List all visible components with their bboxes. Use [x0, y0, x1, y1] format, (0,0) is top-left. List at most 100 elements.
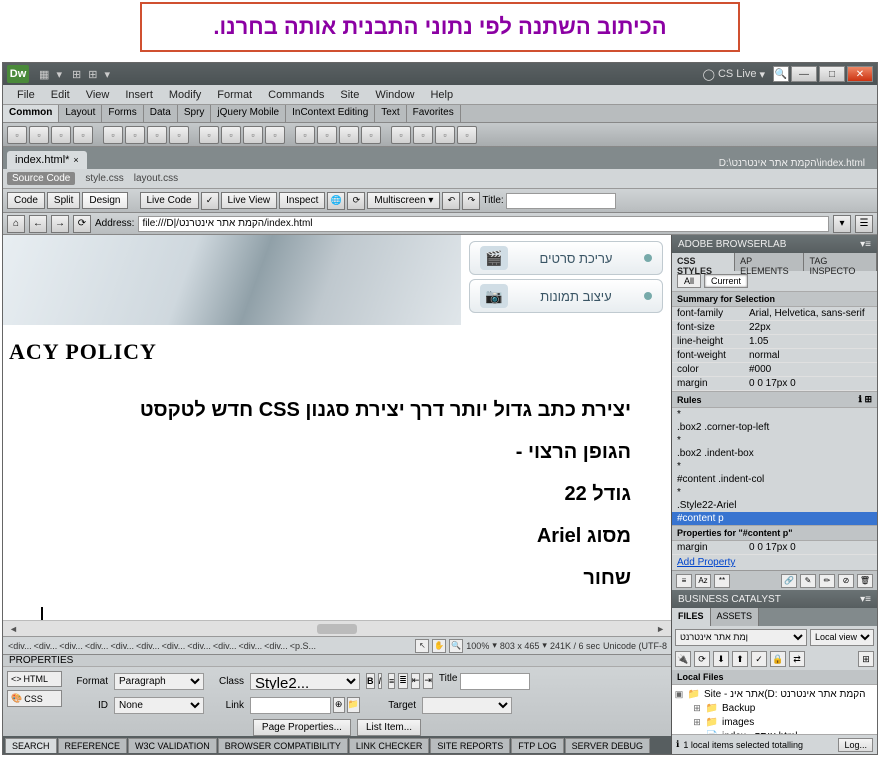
menu-commands[interactable]: Commands [260, 87, 332, 103]
css-panel-tab[interactable]: CSS STYLES [672, 253, 735, 271]
source-code-button[interactable]: Source Code [7, 172, 75, 185]
insert-tab-text[interactable]: Text [375, 105, 406, 122]
css-panel-tab[interactable]: TAG INSPECTO [804, 253, 877, 271]
disable-icon[interactable]: ⊘ [838, 574, 854, 588]
insert-tool-icon[interactable]: ▫ [7, 126, 27, 144]
css-rule-row[interactable]: * [672, 434, 877, 447]
panel-menu-icon[interactable]: ▾≡ [860, 594, 871, 605]
css-prop-value[interactable]: 0 0 17px 0 [744, 541, 877, 555]
tag-crumb[interactable]: <div... [58, 641, 84, 651]
tag-crumb[interactable]: <div... [237, 641, 263, 651]
css-prop-value[interactable]: #000 [744, 363, 877, 377]
title-input[interactable] [506, 193, 616, 209]
tag-breadcrumb[interactable]: <div...<div...<div...<div...<div...<div.… [7, 641, 415, 651]
outdent-button[interactable]: ⇤ [411, 673, 421, 689]
browserlab-panel-header[interactable]: ADOBE BROWSERLAB▾≡ [672, 235, 877, 253]
insert-tool-icon[interactable]: ▫ [243, 126, 263, 144]
files-tree[interactable]: ▣📁Site - אתר אינ(D: הקמת אתר אינטרנט⊞📁Ba… [672, 685, 877, 734]
nav-fwd-icon[interactable]: ↷ [462, 192, 480, 210]
menu-help[interactable]: Help [422, 87, 461, 103]
refresh-icon[interactable]: ⟳ [73, 215, 91, 233]
log-button[interactable]: Log... [838, 738, 873, 752]
results-tab[interactable]: W3C VALIDATION [128, 738, 217, 753]
menu-modify[interactable]: Modify [161, 87, 209, 103]
document-tab[interactable]: index.html* × [7, 151, 87, 169]
split-view-button[interactable]: Split [47, 192, 80, 209]
id-select[interactable]: None [114, 697, 204, 714]
css-rule-row[interactable]: .box2 .indent-box [672, 447, 877, 460]
css-prop-name[interactable]: line-height [672, 335, 744, 349]
nav-back-icon[interactable]: ↶ [442, 192, 460, 210]
bold-button[interactable]: B [366, 673, 375, 689]
multiscreen-button[interactable]: Multiscreen ▾ [367, 192, 440, 209]
tag-crumb[interactable]: <p.S... [289, 641, 317, 651]
design-view[interactable]: עריכת סרטים🎬עיצוב תמונות📷 ACY POLICY יצי… [3, 235, 671, 620]
italic-button[interactable]: I [378, 673, 383, 689]
insert-tool-icon[interactable]: ▫ [265, 126, 285, 144]
tag-crumb[interactable]: <div... [33, 641, 59, 651]
home-icon[interactable]: ⌂ [7, 215, 25, 233]
css-rule-row[interactable]: * [672, 460, 877, 473]
css-rule-row[interactable]: #content p [672, 512, 877, 525]
show-category-icon[interactable]: ≡ [676, 574, 692, 588]
insert-tool-icon[interactable]: ▫ [169, 126, 189, 144]
browse-icon[interactable]: ▾ [833, 215, 851, 233]
results-tab[interactable]: SEARCH [5, 738, 57, 753]
css-prop-name[interactable]: font-family [672, 307, 744, 321]
tree-item[interactable]: ⊞📁Backup [674, 701, 875, 715]
zoom-tool-icon[interactable]: 🔍 [449, 639, 463, 653]
checkpage-icon[interactable]: ✓ [201, 192, 219, 210]
results-tab[interactable]: BROWSER COMPATIBILITY [218, 738, 348, 753]
results-tab[interactable]: SERVER DEBUG [565, 738, 650, 753]
menu-edit[interactable]: Edit [43, 87, 78, 103]
business-catalyst-header[interactable]: BUSINESS CATALYST▾≡ [672, 590, 877, 608]
refresh-icon[interactable]: ⟳ [694, 651, 710, 667]
insert-tool-icon[interactable]: ▫ [317, 126, 337, 144]
css-prop-name[interactable]: font-size [672, 321, 744, 335]
close-tab-icon[interactable]: × [73, 155, 78, 165]
forward-icon[interactable]: → [51, 215, 69, 233]
insert-tab-data[interactable]: Data [144, 105, 178, 122]
tag-crumb[interactable]: <div... [84, 641, 110, 651]
content-block[interactable]: יצירת כתב גדול יותר דרך יצירת סגנון CSS … [3, 371, 671, 620]
content-line[interactable]: גודל 22 [13, 475, 631, 513]
insert-tool-icon[interactable]: ▫ [457, 126, 477, 144]
panel-menu-icon[interactable]: ▾≡ [860, 239, 871, 250]
css-rule-row[interactable]: .box2 .corner-top-left [672, 421, 877, 434]
insert-tool-icon[interactable]: ▫ [295, 126, 315, 144]
content-line[interactable]: שחור [13, 559, 631, 597]
browse-file-icon[interactable]: 📁 [347, 697, 360, 713]
css-prop-value[interactable]: 1.05 [744, 335, 877, 349]
nav-button[interactable]: עיצוב תמונות📷 [469, 279, 663, 313]
sync-icon[interactable]: ⇄ [789, 651, 805, 667]
minimize-button[interactable]: — [791, 66, 817, 82]
point-to-file-icon[interactable]: ⊕ [333, 697, 345, 713]
insert-tool-icon[interactable]: ▫ [413, 126, 433, 144]
tag-crumb[interactable]: <div... [109, 641, 135, 651]
related-file[interactable]: layout.css [134, 173, 178, 184]
insert-tab-spry[interactable]: Spry [178, 105, 212, 122]
get-icon[interactable]: ⬇ [713, 651, 729, 667]
css-prop-value[interactable]: normal [744, 349, 877, 363]
checkout-icon[interactable]: ✓ [751, 651, 767, 667]
close-button[interactable]: ✕ [847, 66, 873, 82]
insert-tool-icon[interactable]: ▫ [435, 126, 455, 144]
attach-style-icon[interactable]: 🔗 [781, 574, 797, 588]
tag-crumb[interactable]: <div... [135, 641, 161, 651]
list-item-button[interactable]: List Item... [357, 719, 421, 736]
live-code-button[interactable]: Live Code [140, 192, 199, 209]
insert-tab-forms[interactable]: Forms [102, 105, 143, 122]
css-prop-name[interactable]: color [672, 363, 744, 377]
insert-tab-layout[interactable]: Layout [59, 105, 102, 122]
options-icon[interactable]: ☰ [855, 215, 873, 233]
insert-tool-icon[interactable]: ▫ [199, 126, 219, 144]
checkin-icon[interactable]: 🔒 [770, 651, 786, 667]
css-rule-row[interactable]: #content .indent-col [672, 473, 877, 486]
put-icon[interactable]: ⬆ [732, 651, 748, 667]
insert-tool-icon[interactable]: ▫ [125, 126, 145, 144]
delete-rule-icon[interactable]: 🗑 [857, 574, 873, 588]
target-select[interactable] [422, 697, 512, 714]
insert-tool-icon[interactable]: ▫ [391, 126, 411, 144]
ul-button[interactable]: ≡ [388, 673, 395, 689]
cslive-button[interactable]: ◯CS Live▾ [703, 68, 765, 81]
